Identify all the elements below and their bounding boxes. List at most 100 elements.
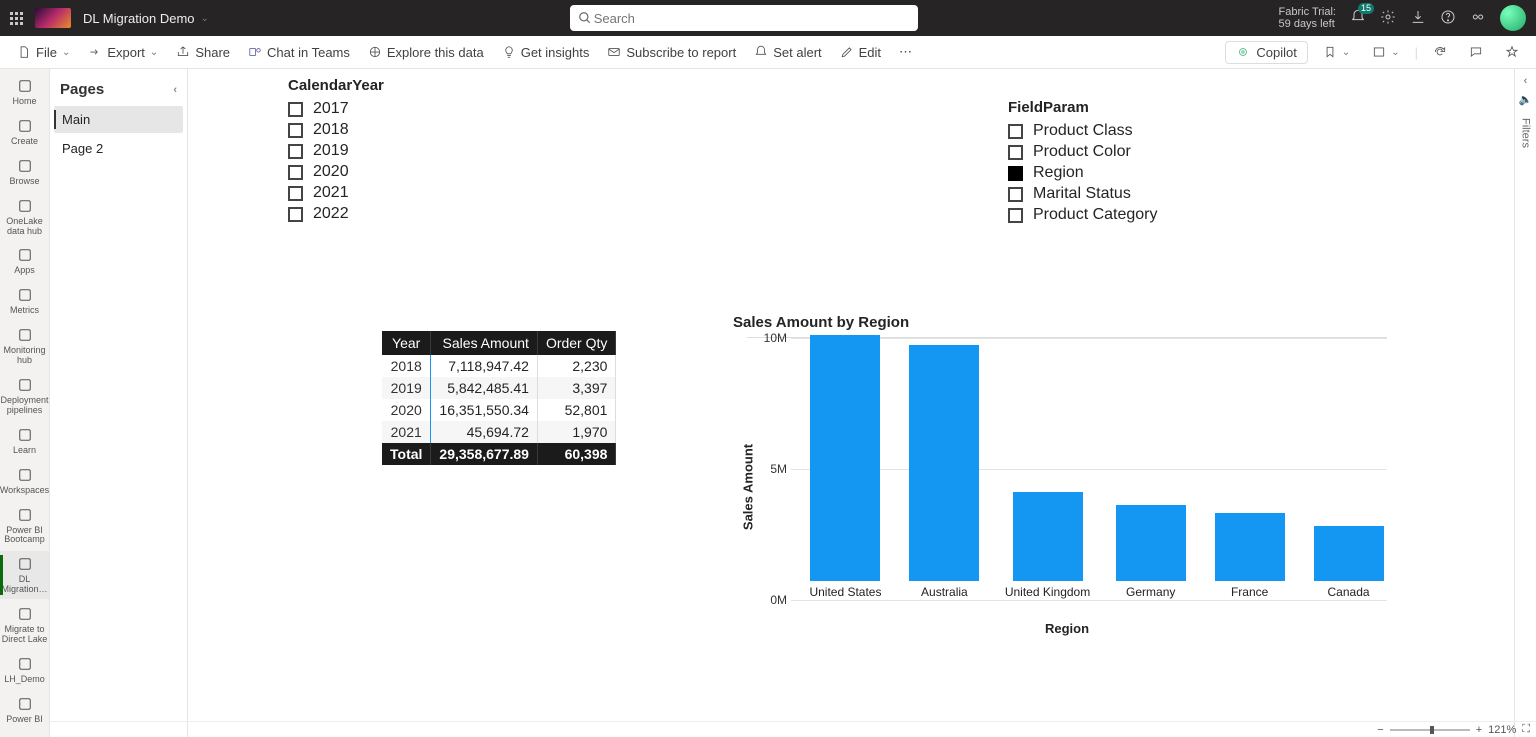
- account-avatar[interactable]: [1500, 5, 1526, 31]
- nav-item-power-bi-bootcamp[interactable]: Power BI Bootcamp: [0, 502, 50, 550]
- bar-rect: [1215, 513, 1285, 581]
- page-tab[interactable]: Main: [54, 106, 183, 133]
- column-header[interactable]: Order Qty: [537, 331, 615, 355]
- nav-item-browse[interactable]: Browse: [0, 153, 50, 191]
- file-menu[interactable]: File⌄: [10, 41, 77, 64]
- nav-item-learn[interactable]: Learn: [0, 422, 50, 460]
- view-dropdown[interactable]: ⌄: [1365, 41, 1406, 63]
- left-nav: Home Create Browse OneLake data hubAppsMetr…: [0, 69, 50, 737]
- slicer-option[interactable]: 2022: [288, 205, 384, 223]
- trial-line2: 59 days left: [1279, 18, 1336, 30]
- alert-button[interactable]: Set alert: [747, 41, 828, 64]
- nav-item-metrics[interactable]: Metrics: [0, 282, 50, 320]
- table-row[interactable]: 202145,694.721,970: [382, 421, 616, 443]
- checkbox-icon: [1008, 166, 1023, 181]
- bar[interactable]: United States: [807, 335, 884, 599]
- copilot-label: Copilot: [1256, 45, 1296, 60]
- notification-icon[interactable]: 15: [1350, 9, 1366, 28]
- bar[interactable]: Germany: [1112, 505, 1189, 599]
- chat-teams-button[interactable]: Chat in Teams: [241, 41, 357, 64]
- cell: 29,358,677.89: [431, 443, 538, 465]
- nav-item-lh-demo[interactable]: LH_Demo: [0, 651, 50, 689]
- bar[interactable]: United Kingdom: [1005, 492, 1090, 599]
- option-label: Product Color: [1033, 143, 1131, 161]
- slicer-option[interactable]: 2018: [288, 121, 384, 139]
- copilot-button[interactable]: Copilot: [1225, 41, 1307, 64]
- nav-item-apps[interactable]: Apps: [0, 242, 50, 280]
- nav-item-dl-migration-[interactable]: DL Migration…: [0, 551, 50, 599]
- slicer-option[interactable]: Product Category: [1008, 206, 1158, 224]
- insights-button[interactable]: Get insights: [495, 41, 597, 64]
- pencil-icon: [840, 45, 854, 59]
- slicer-option[interactable]: 2020: [288, 163, 384, 181]
- table-row[interactable]: 202016,351,550.3452,801: [382, 399, 616, 421]
- trial-status[interactable]: Fabric Trial: 59 days left: [1279, 6, 1336, 30]
- column-header[interactable]: Year: [382, 331, 431, 355]
- slicer-option[interactable]: 2019: [288, 142, 384, 160]
- chart-title: Sales Amount by Region: [733, 314, 1387, 331]
- nav-item-monitoring-hub[interactable]: Monitoring hub: [0, 322, 50, 370]
- report-canvas[interactable]: CalendarYear 201720182019202020212022 Fi…: [188, 69, 1514, 737]
- share-button[interactable]: Share: [169, 41, 237, 64]
- filters-pane-collapsed[interactable]: ‹ 🔈 Filters: [1514, 69, 1536, 737]
- checkbox-icon: [1008, 124, 1023, 139]
- zoom-slider[interactable]: [1390, 729, 1470, 731]
- help-icon[interactable]: [1440, 9, 1456, 28]
- comment-button[interactable]: [1462, 41, 1490, 63]
- nav-item-create[interactable]: Create: [0, 113, 50, 151]
- collapse-pane-icon[interactable]: ‹: [173, 84, 177, 96]
- slicer-option[interactable]: Product Color: [1008, 143, 1158, 161]
- feedback-icon[interactable]: [1470, 9, 1486, 28]
- nav-item-deployment-pipelines[interactable]: Deployment pipelines: [0, 372, 50, 420]
- search-input[interactable]: [592, 10, 910, 27]
- slicer-field-param[interactable]: FieldParam Product ClassProduct ColorReg…: [1008, 99, 1158, 227]
- table-row[interactable]: 20195,842,485.413,397: [382, 377, 616, 399]
- slicer-title: CalendarYear: [288, 77, 384, 94]
- bar[interactable]: Australia: [906, 345, 983, 599]
- nav-item-migrate-to-direct-lake[interactable]: Migrate to Direct Lake: [0, 601, 50, 649]
- app-launcher-icon[interactable]: [10, 12, 23, 25]
- zoom-percent: 121%: [1488, 724, 1516, 736]
- slicer-option[interactable]: 2017: [288, 100, 384, 118]
- column-header[interactable]: Sales Amount: [431, 331, 538, 355]
- download-icon[interactable]: [1410, 9, 1426, 28]
- export-menu[interactable]: Export⌄: [81, 41, 165, 64]
- bar-chart[interactable]: Sales Amount by Region Sales Amount 0M5M…: [733, 314, 1387, 636]
- workspace-name-label: DL Migration Demo: [83, 11, 195, 26]
- option-label: Product Category: [1033, 206, 1158, 224]
- search-box[interactable]: [570, 5, 918, 31]
- bar[interactable]: France: [1211, 513, 1288, 599]
- more-button[interactable]: ⋯: [892, 40, 919, 64]
- edit-button[interactable]: Edit: [833, 41, 888, 64]
- explore-button[interactable]: Explore this data: [361, 41, 491, 64]
- speaker-icon[interactable]: 🔈: [1519, 93, 1533, 106]
- nav-item-power-bi[interactable]: Power BI: [0, 691, 50, 729]
- page-tab[interactable]: Page 2: [54, 135, 183, 162]
- cell: 60,398: [537, 443, 615, 465]
- favorite-button[interactable]: [1498, 41, 1526, 63]
- expand-filters-icon[interactable]: ‹: [1524, 75, 1528, 87]
- nav-label: Home: [12, 97, 36, 107]
- slicer-option[interactable]: Product Class: [1008, 122, 1158, 140]
- zoom-out-button[interactable]: −: [1377, 724, 1383, 736]
- nav-item-workspaces[interactable]: Workspaces: [0, 462, 50, 500]
- table-visual[interactable]: YearSales AmountOrder Qty 20187,118,947.…: [382, 331, 616, 465]
- nav-label: Browse: [9, 177, 39, 187]
- nav-item-onelake-data-hub[interactable]: OneLake data hub: [0, 193, 50, 241]
- nav-item-home[interactable]: Home: [0, 73, 50, 111]
- workspace-name-dropdown[interactable]: DL Migration Demo ⌄: [83, 11, 209, 26]
- slicer-option[interactable]: Region: [1008, 164, 1158, 182]
- subscribe-button[interactable]: Subscribe to report: [600, 41, 743, 64]
- slicer-option[interactable]: 2021: [288, 184, 384, 202]
- bookmark-dropdown[interactable]: ⌄: [1316, 41, 1357, 63]
- option-label: 2020: [313, 163, 349, 181]
- settings-icon[interactable]: [1380, 9, 1396, 28]
- cell: 45,694.72: [431, 421, 538, 443]
- bar[interactable]: Canada: [1310, 526, 1387, 599]
- slicer-option[interactable]: Marital Status: [1008, 185, 1158, 203]
- refresh-button[interactable]: [1426, 41, 1454, 63]
- table-row[interactable]: 20187,118,947.422,230: [382, 355, 616, 377]
- fit-page-icon[interactable]: ⛶: [1522, 723, 1530, 736]
- slicer-calendar-year[interactable]: CalendarYear 2017 2018 2019 2020 2021 2022: [288, 77, 384, 226]
- zoom-in-button[interactable]: +: [1476, 724, 1482, 736]
